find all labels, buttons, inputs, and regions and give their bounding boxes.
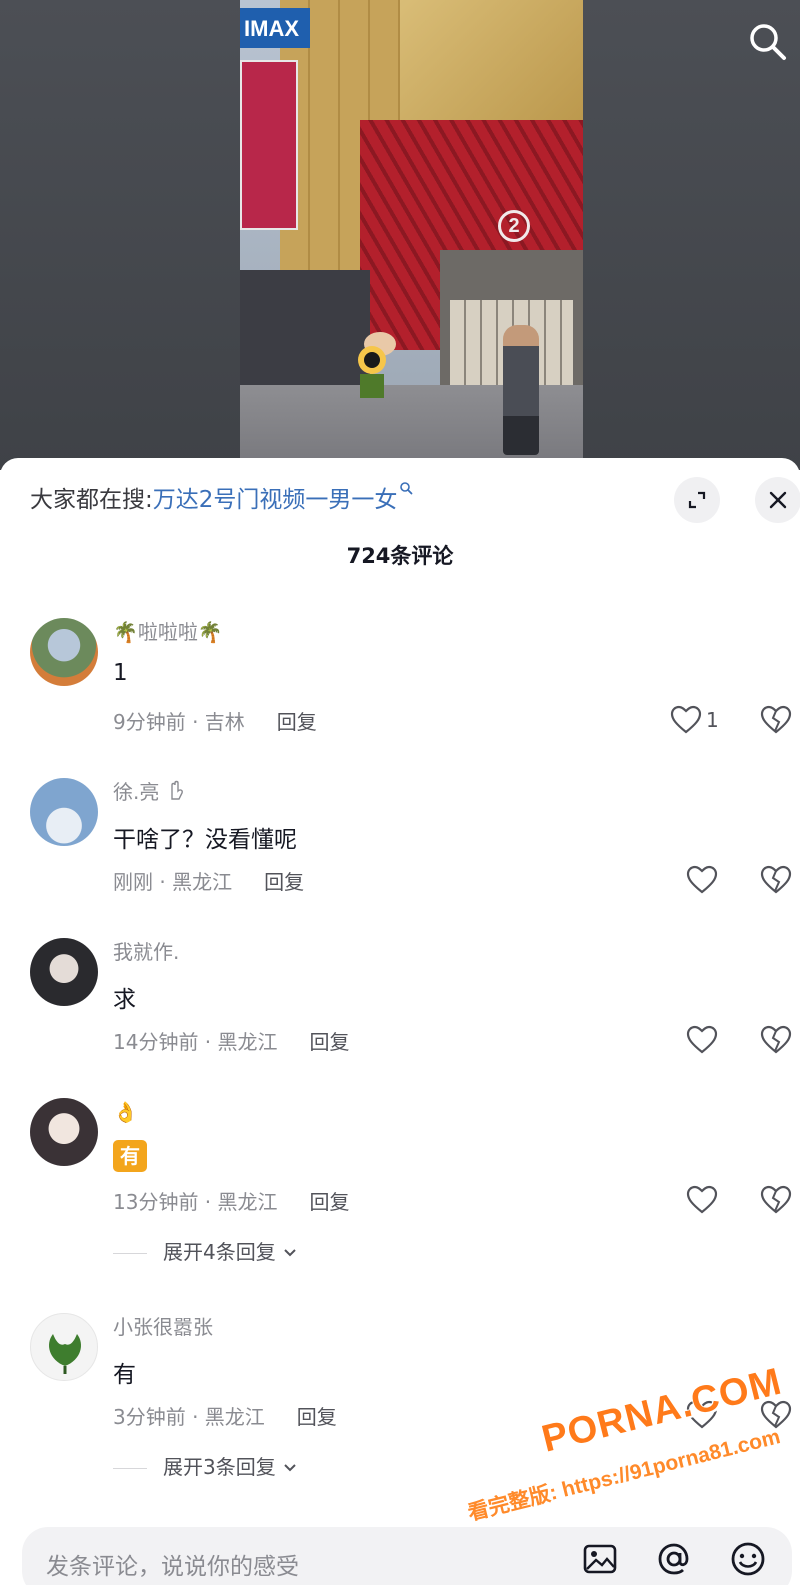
broken-heart-icon[interactable]	[760, 704, 792, 736]
comment-meta: 13分钟前 · 黑龙江 回复	[113, 1186, 350, 1215]
expand-replies-button[interactable]: 展开4条回复	[113, 1236, 298, 1265]
avatar[interactable]	[30, 1098, 98, 1166]
comment-meta: 9分钟前 · 吉林 回复	[113, 706, 317, 735]
comment-time-location: 9分钟前 · 吉林	[113, 710, 245, 734]
video-banner	[240, 60, 298, 230]
comment-item: 小张很嚣张 有 3分钟前 · 黑龙江 回复 展开3条回复	[0, 1313, 800, 1493]
like-count: 1	[706, 708, 719, 732]
mention-icon[interactable]	[654, 1539, 694, 1579]
comment-item: 🌴啦啦啦🌴 1 9分钟前 · 吉林 回复 1	[0, 618, 800, 748]
comment-username-text: 徐.亮	[113, 780, 160, 804]
reply-button[interactable]: 回复	[277, 710, 317, 734]
chevron-down-icon	[284, 1464, 296, 1472]
comment-text[interactable]: 有	[113, 1140, 147, 1172]
search-suggestion-icon	[400, 482, 413, 495]
broken-heart-icon[interactable]	[760, 1024, 792, 1056]
comment-count: 724条评论	[346, 544, 454, 568]
heart-icon	[686, 1185, 718, 1214]
expand-icon	[688, 491, 706, 509]
expand-button[interactable]	[674, 477, 720, 523]
comment-input-placeholder: 发条评论，说说你的感受	[46, 1554, 299, 1580]
comment-time-location: 3分钟前 · 黑龙江	[113, 1405, 265, 1429]
censor-sticker	[358, 332, 396, 398]
reply-button[interactable]: 回复	[310, 1030, 350, 1054]
broken-heart-icon[interactable]	[760, 1184, 792, 1216]
close-button[interactable]	[755, 477, 800, 523]
comment-username[interactable]: 小张很嚣张	[113, 1313, 213, 1341]
comment-panel: 大家都在搜:万达2号门视频一男一女 724条评论 🌴啦啦啦🌴 1 9分钟前 · …	[0, 458, 800, 1585]
like-button[interactable]: 1	[670, 704, 719, 736]
like-button[interactable]	[686, 1024, 718, 1056]
comment-item: 👌 有 13分钟前 · 黑龙江 回复 展开4条回复	[0, 1098, 800, 1278]
like-button[interactable]	[686, 1399, 718, 1431]
heart-icon	[686, 1025, 718, 1054]
gesture-icon	[171, 780, 183, 800]
comment-text[interactable]: 求	[113, 980, 136, 1014]
search-icon[interactable]	[746, 20, 790, 64]
avatar[interactable]	[30, 1313, 98, 1381]
video-imax-sign: IMAX	[240, 8, 310, 48]
image-icon[interactable]	[580, 1539, 620, 1579]
comment-meta: 14分钟前 · 黑龙江 回复	[113, 1026, 350, 1055]
broken-heart-icon[interactable]	[760, 864, 792, 896]
comment-item: 我就作. 求 14分钟前 · 黑龙江 回复	[0, 938, 800, 1068]
comment-username[interactable]: 🌴啦啦啦🌴	[113, 618, 223, 646]
chevron-down-icon	[284, 1249, 296, 1257]
like-button[interactable]	[686, 864, 718, 896]
avatar[interactable]	[30, 618, 98, 686]
comment-input[interactable]: 发条评论，说说你的感受	[22, 1527, 792, 1585]
comment-time-location: 刚刚 · 黑龙江	[113, 870, 233, 894]
comment-username[interactable]: 👌	[113, 1098, 138, 1126]
expand-replies-label: 展开4条回复	[163, 1240, 276, 1264]
comment-username[interactable]: 徐.亮	[113, 778, 188, 806]
reply-button[interactable]: 回复	[297, 1405, 337, 1429]
comment-text[interactable]: 干啥了？没看懂呢	[113, 820, 297, 854]
reply-button[interactable]: 回复	[310, 1190, 350, 1214]
video-player[interactable]: 2 IMAX	[0, 0, 800, 470]
comment-meta: 刚刚 · 黑龙江 回复	[113, 866, 304, 895]
search-suggestion-prefix: 大家都在搜:	[30, 487, 153, 513]
video-door-number: 2	[498, 210, 530, 242]
expand-replies-label: 展开3条回复	[163, 1455, 276, 1479]
emoji-badge: 有	[113, 1140, 147, 1172]
avatar[interactable]	[30, 938, 98, 1006]
emoji-icon[interactable]	[728, 1539, 768, 1579]
comment-text[interactable]: 1	[113, 660, 128, 686]
search-suggestion-term[interactable]: 万达2号门视频一男一女	[153, 487, 398, 513]
avatar[interactable]	[30, 778, 98, 846]
divider	[113, 1253, 147, 1254]
leaf-icon	[49, 1334, 81, 1374]
comment-item: 徐.亮 干啥了？没看懂呢 刚刚 · 黑龙江 回复	[0, 778, 800, 908]
like-button[interactable]	[686, 1184, 718, 1216]
video-person	[503, 325, 539, 455]
video-frame[interactable]: 2 IMAX	[240, 0, 583, 470]
comment-text[interactable]: 有	[113, 1355, 136, 1389]
heart-icon	[686, 865, 718, 894]
comment-username[interactable]: 我就作.	[113, 938, 179, 966]
search-suggestion[interactable]: 大家都在搜:万达2号门视频一男一女	[30, 480, 413, 520]
comment-meta: 3分钟前 · 黑龙江 回复	[113, 1401, 337, 1430]
heart-icon	[686, 1400, 718, 1429]
comment-time-location: 13分钟前 · 黑龙江	[113, 1190, 278, 1214]
broken-heart-icon[interactable]	[760, 1399, 792, 1431]
divider	[113, 1468, 147, 1469]
close-icon	[769, 491, 787, 509]
heart-icon	[670, 705, 702, 734]
expand-replies-button[interactable]: 展开3条回复	[113, 1451, 298, 1480]
comment-time-location: 14分钟前 · 黑龙江	[113, 1030, 278, 1054]
reply-button[interactable]: 回复	[264, 870, 304, 894]
